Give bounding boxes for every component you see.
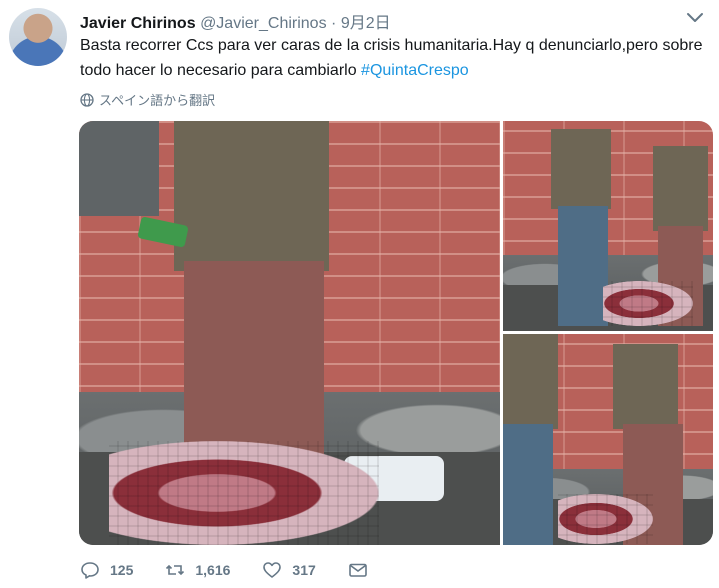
envelope-icon bbox=[348, 563, 367, 577]
person-left-arm bbox=[79, 121, 159, 216]
photo-2[interactable] bbox=[503, 121, 713, 331]
heart-icon bbox=[263, 562, 282, 578]
person-shirt bbox=[551, 129, 611, 209]
photo-1[interactable] bbox=[79, 121, 500, 545]
tweet-actions: 125 1,616 317 bbox=[80, 560, 400, 580]
retweet-button[interactable]: 1,616 bbox=[165, 560, 230, 580]
pixelated-area bbox=[603, 281, 693, 326]
person-shirt bbox=[174, 121, 329, 271]
author-name[interactable]: Javier Chirinos bbox=[80, 15, 196, 32]
retweet-icon bbox=[166, 564, 185, 576]
tweet-header: Javier Chirinos @Javier_Chirinos · 9月2日 bbox=[80, 9, 391, 33]
tweet-text: Basta recorrer Ccs para ver caras de la … bbox=[80, 33, 710, 83]
avatar[interactable] bbox=[9, 8, 67, 66]
person-shirt bbox=[503, 334, 558, 429]
retweet-count: 1,616 bbox=[195, 562, 231, 578]
reply-button[interactable]: 125 bbox=[80, 560, 133, 580]
pixelated-area bbox=[109, 441, 379, 545]
reply-icon bbox=[81, 562, 99, 579]
author-handle[interactable]: @Javier_Chirinos bbox=[200, 15, 327, 32]
person-2-shirt bbox=[613, 344, 678, 429]
hashtag-link[interactable]: #QuintaCrespo bbox=[361, 62, 469, 79]
separator-dot: · bbox=[331, 15, 337, 32]
translate-link[interactable]: スペイン語から翻訳 bbox=[80, 90, 215, 109]
pixelated-area bbox=[558, 494, 653, 544]
person-jeans bbox=[503, 424, 553, 545]
globe-icon bbox=[80, 92, 94, 107]
message-button[interactable] bbox=[348, 560, 368, 580]
like-count: 317 bbox=[292, 562, 316, 578]
tweet-date[interactable]: 9月2日 bbox=[341, 15, 391, 32]
like-button[interactable]: 317 bbox=[262, 560, 316, 580]
person-2-shirt bbox=[653, 146, 708, 231]
person-jeans bbox=[558, 206, 608, 326]
reply-count: 125 bbox=[110, 562, 134, 578]
tweet: Javier Chirinos @Javier_Chirinos · 9月2日 … bbox=[0, 0, 719, 588]
chevron-down-icon[interactable] bbox=[685, 10, 705, 24]
media-grid bbox=[79, 121, 713, 545]
translate-label: スペイン語から翻訳 bbox=[99, 93, 216, 108]
photo-3[interactable] bbox=[503, 334, 713, 545]
